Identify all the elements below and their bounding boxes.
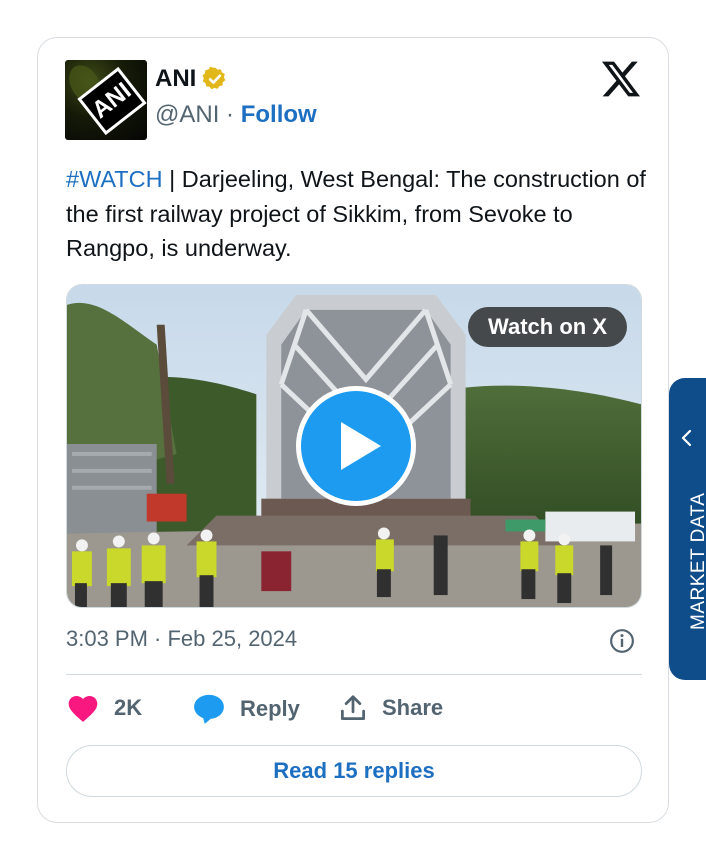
author-handle-row: @ANI · Follow bbox=[155, 101, 317, 129]
play-icon bbox=[341, 422, 381, 470]
x-logo-icon[interactable] bbox=[602, 61, 640, 97]
tweet-timestamp[interactable]: 3:03 PM · Feb 25, 2024 bbox=[66, 626, 297, 652]
verified-badge-icon bbox=[202, 66, 226, 90]
reply-button[interactable]: Reply bbox=[192, 693, 300, 725]
info-icon[interactable] bbox=[609, 628, 635, 654]
reply-label: Reply bbox=[240, 696, 300, 721]
tweet-text: #WATCH | Darjeeling, West Bengal: The co… bbox=[66, 162, 656, 266]
watch-on-x-button[interactable]: Watch on X bbox=[468, 307, 627, 347]
video-thumbnail[interactable]: Watch on X bbox=[66, 284, 642, 608]
like-count: 2K bbox=[114, 695, 143, 720]
author-name-row: ANI bbox=[155, 65, 228, 93]
author-display-name[interactable]: ANI bbox=[155, 65, 196, 93]
tweet-actions: 2K Reply Share bbox=[66, 693, 642, 727]
author-handle[interactable]: @ANI bbox=[155, 101, 219, 128]
market-data-label: MARKET DATA bbox=[688, 492, 706, 630]
author-avatar[interactable]: ANI bbox=[65, 60, 147, 140]
chevron-left-icon bbox=[681, 429, 692, 447]
heart-icon bbox=[68, 696, 98, 722]
play-button[interactable] bbox=[296, 386, 416, 506]
handle-separator: · bbox=[219, 101, 241, 128]
read-replies-button[interactable]: Read 15 replies bbox=[66, 745, 642, 797]
share-button[interactable]: Share bbox=[338, 693, 443, 723]
embedded-tweet-card: ANI ANI @ANI · Follow #WATCH | Darjeelin… bbox=[37, 37, 669, 823]
like-button[interactable]: 2K bbox=[66, 693, 142, 723]
hashtag-link[interactable]: #WATCH bbox=[66, 166, 163, 192]
divider bbox=[66, 674, 642, 675]
reply-bubble-icon bbox=[194, 694, 224, 724]
market-data-tab[interactable]: MARKET DATA bbox=[669, 378, 706, 680]
follow-link[interactable]: Follow bbox=[241, 101, 317, 128]
share-label: Share bbox=[382, 695, 444, 720]
share-upload-icon bbox=[341, 695, 365, 720]
